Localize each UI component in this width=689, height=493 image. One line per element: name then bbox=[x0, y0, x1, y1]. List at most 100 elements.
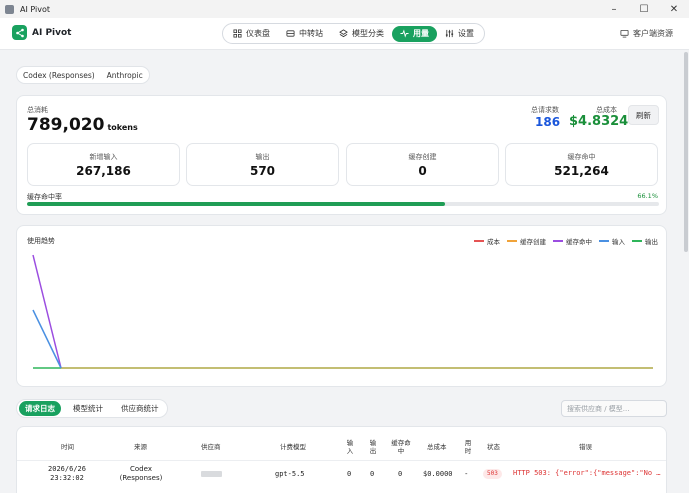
nav-usage[interactable]: 用量 bbox=[392, 25, 437, 42]
monitor-icon bbox=[620, 29, 629, 38]
request-log-table: 时间 来源 供应商 计费模型 输入 输出 缓存命中 总成本 用时 状态 错误 2… bbox=[16, 426, 667, 493]
brand-name: AI Pivot bbox=[32, 27, 72, 38]
trend-title: 使用趋势 bbox=[27, 237, 55, 245]
layers-icon bbox=[339, 29, 348, 38]
cell-model: gpt-5.5 bbox=[275, 470, 305, 478]
tab-request-log[interactable]: 请求日志 bbox=[19, 401, 61, 416]
page-scrollbar[interactable] bbox=[684, 52, 688, 252]
cell-cache-hit: 0 bbox=[398, 470, 403, 478]
nav-model-categories[interactable]: 模型分类 bbox=[331, 26, 392, 42]
stat-value: 0 bbox=[418, 164, 427, 178]
legend-label: 成本 bbox=[487, 238, 500, 246]
activity-icon bbox=[400, 29, 409, 38]
search-input[interactable] bbox=[561, 400, 667, 417]
window-title: AI Pivot bbox=[20, 4, 51, 14]
cell-output: 0 bbox=[370, 470, 375, 478]
cell-input: 0 bbox=[347, 470, 352, 478]
header-output: 输出 bbox=[369, 439, 377, 455]
total-consumption-label: 总消耗 bbox=[27, 106, 48, 114]
trend-legend: 成本 缓存创建 缓存命中 输入 输出 bbox=[474, 236, 658, 246]
header-status: 状态 bbox=[487, 443, 500, 451]
nav-dashboard[interactable]: 仪表盘 bbox=[225, 26, 278, 42]
stat-output: 输出 570 bbox=[186, 143, 339, 186]
close-button[interactable]: ✕ bbox=[659, 0, 689, 18]
legend-label: 输出 bbox=[645, 238, 658, 246]
total-requests-label: 总请求数 bbox=[531, 106, 559, 114]
legend-label: 缓存创建 bbox=[520, 238, 546, 246]
legend-input[interactable]: 输入 bbox=[599, 236, 625, 246]
maximize-button[interactable]: ☐ bbox=[629, 0, 659, 18]
series-cache-hit-line bbox=[32, 254, 62, 369]
tab-codex-responses[interactable]: Codex (Responses) bbox=[23, 71, 95, 80]
header-time: 时间 bbox=[61, 443, 74, 451]
tab-provider-stats[interactable]: 供应商统计 bbox=[115, 401, 165, 416]
grid-icon bbox=[233, 29, 242, 38]
trend-chart bbox=[32, 254, 653, 369]
tab-anthropic[interactable]: Anthropic bbox=[107, 71, 143, 80]
header-error: 错误 bbox=[579, 443, 592, 451]
cell-error: HTTP 503: {"error":{"message":"No availa… bbox=[513, 469, 663, 477]
legend-swatch bbox=[474, 240, 484, 242]
refresh-button[interactable]: 刷新 bbox=[628, 105, 659, 125]
cache-hit-progress-fill bbox=[27, 202, 445, 206]
cell-source-line2: (Responses) bbox=[119, 474, 163, 482]
nav-settings[interactable]: 设置 bbox=[437, 26, 482, 42]
stat-cache-create: 缓存创建 0 bbox=[346, 143, 499, 186]
nav-relay[interactable]: 中转站 bbox=[278, 26, 331, 42]
header-duration: 用时 bbox=[464, 439, 472, 455]
header-model: 计费模型 bbox=[280, 443, 306, 451]
stat-label: 输出 bbox=[255, 153, 270, 161]
stat-value: 570 bbox=[249, 164, 276, 178]
legend-cache-hit[interactable]: 缓存命中 bbox=[553, 236, 592, 246]
cache-hit-rate-label: 缓存命中率 bbox=[27, 193, 62, 201]
series-input-line bbox=[32, 309, 62, 369]
app-icon bbox=[5, 4, 14, 14]
legend-cache-create[interactable]: 缓存创建 bbox=[507, 236, 546, 246]
stat-label: 缓存命中 bbox=[567, 153, 596, 161]
stat-cache-hit: 缓存命中 521,264 bbox=[505, 143, 658, 186]
legend-cost[interactable]: 成本 bbox=[474, 236, 500, 246]
cache-hit-rate-value: 66.1% bbox=[637, 192, 658, 200]
nav-label: 设置 bbox=[458, 29, 474, 38]
legend-label: 输入 bbox=[612, 238, 625, 246]
header-input: 输入 bbox=[346, 439, 354, 455]
stat-label: 缓存创建 bbox=[408, 153, 437, 161]
tokens-unit: tokens bbox=[107, 123, 138, 132]
usage-summary-card: 总消耗 789,020 tokens 总请求数 186 总成本 $4.8324 刷… bbox=[16, 95, 667, 215]
sliders-icon bbox=[445, 29, 454, 38]
app-header: AI Pivot 仪表盘 中转站 模型分类 用量 设置 客户端资源 bbox=[0, 18, 689, 50]
usage-trend-card: 使用趋势 成本 缓存创建 缓存命中 输入 输出 bbox=[16, 225, 667, 387]
header-source: 来源 bbox=[134, 443, 147, 451]
log-tabs: 请求日志 模型统计 供应商统计 bbox=[16, 399, 168, 418]
cell-source-line1: Codex bbox=[130, 465, 152, 473]
stat-value: 521,264 bbox=[554, 164, 609, 178]
nav-label: 用量 bbox=[413, 29, 429, 38]
header-cost: 总成本 bbox=[427, 443, 447, 451]
tab-model-stats[interactable]: 模型统计 bbox=[67, 401, 109, 416]
legend-swatch bbox=[507, 240, 517, 242]
cell-cost: $0.0000 bbox=[423, 470, 453, 478]
cache-hit-progress-bar bbox=[27, 202, 659, 206]
nav-label: 仪表盘 bbox=[246, 29, 270, 38]
total-consumption-value: 789,020 tokens bbox=[27, 115, 138, 135]
main-nav: 仪表盘 中转站 模型分类 用量 设置 bbox=[222, 23, 485, 44]
cell-time: 23:32:02 bbox=[50, 474, 84, 482]
provider-tabs: Codex (Responses) Anthropic bbox=[16, 66, 150, 84]
nav-label: 中转站 bbox=[299, 29, 323, 38]
minimize-button[interactable]: – bbox=[599, 0, 629, 18]
stat-new-input: 新增输入 267,186 bbox=[27, 143, 180, 186]
share-icon bbox=[12, 25, 27, 40]
header-cache-hit: 缓存命中 bbox=[391, 439, 411, 455]
legend-output[interactable]: 输出 bbox=[632, 236, 658, 246]
window-titlebar: AI Pivot – ☐ ✕ bbox=[0, 0, 689, 18]
brand[interactable]: AI Pivot bbox=[12, 25, 71, 40]
total-tokens: 789,020 bbox=[27, 115, 105, 135]
legend-label: 缓存命中 bbox=[566, 238, 592, 246]
server-icon bbox=[286, 30, 295, 37]
cell-duration: - bbox=[465, 470, 468, 478]
window-controls: – ☐ ✕ bbox=[599, 0, 689, 18]
customer-resources-link[interactable]: 客户端资源 bbox=[620, 28, 673, 39]
customer-label: 客户端资源 bbox=[633, 29, 673, 38]
stat-label: 新增输入 bbox=[89, 153, 118, 161]
header-divider bbox=[17, 460, 666, 461]
